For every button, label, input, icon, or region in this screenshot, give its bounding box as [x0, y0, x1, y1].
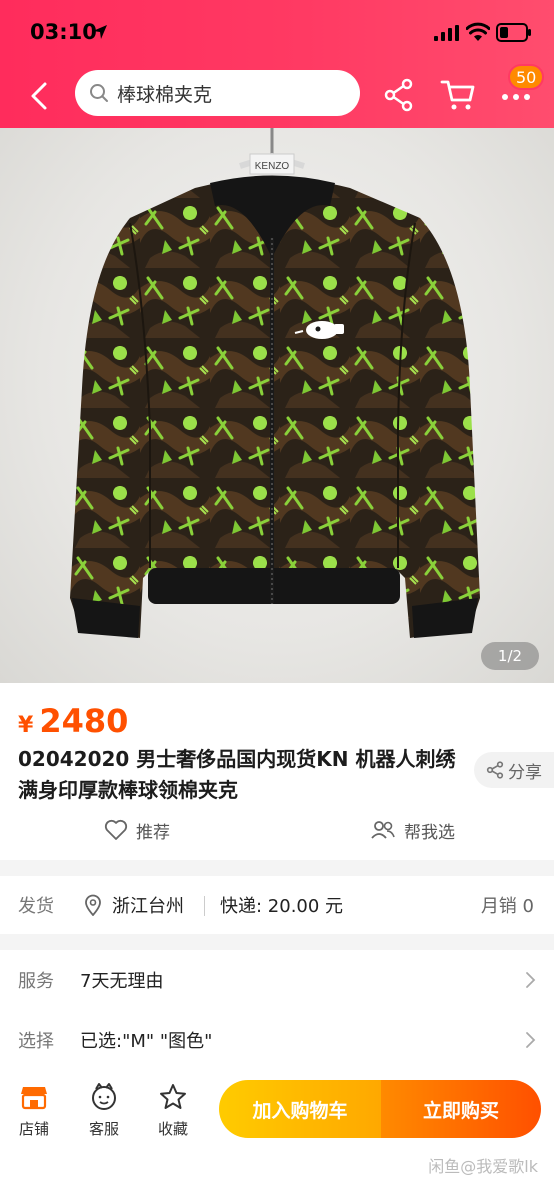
people-icon	[371, 821, 395, 839]
watermark: 闲鱼@我爱歌lk	[428, 1157, 538, 1176]
help-me-choose-label: 帮我选	[404, 822, 455, 843]
notification-badge: 50	[508, 64, 545, 90]
action-row: 推荐 帮我选	[0, 812, 554, 848]
heart-icon	[104, 819, 128, 840]
store-icon	[21, 1087, 47, 1110]
service-row[interactable]: 服务 7天无理由	[0, 950, 554, 1010]
recommend-label: 推荐	[136, 822, 170, 843]
service-value: 7天无理由	[80, 971, 164, 992]
search-query: 棒球棉夹克	[117, 83, 213, 106]
search-input[interactable]: 棒球棉夹克	[75, 70, 360, 116]
chevron-right-icon	[526, 1032, 536, 1048]
express-fee: 快递: 20.00 元	[220, 896, 344, 917]
help-me-choose-button[interactable]: 帮我选	[370, 812, 455, 848]
recommend-button[interactable]: 推荐	[104, 812, 170, 848]
bottom-action-bar: 店铺 客服 收藏 加入购物车 立即购买	[0, 1070, 554, 1150]
cart-icon[interactable]	[440, 78, 476, 112]
favorite-tab[interactable]: 收藏	[145, 1082, 201, 1139]
selection-value: 已选:"M" "图色"	[80, 1031, 213, 1052]
selection-label: 选择	[18, 1031, 54, 1052]
cellular-signal-icon	[434, 25, 459, 41]
product-photo[interactable]: KENZO 1/2	[0, 128, 554, 683]
store-label: 店铺	[18, 1120, 49, 1138]
buy-now-button[interactable]: 立即购买	[381, 1080, 541, 1138]
store-tab[interactable]: 店铺	[6, 1082, 62, 1139]
customer-service-label: 客服	[88, 1120, 119, 1138]
jacket-image: KENZO	[70, 128, 480, 638]
brand-tag: KENZO	[255, 161, 290, 172]
wifi-icon	[466, 22, 490, 41]
shipping-row: 发货 浙江台州 快递: 20.00 元 月销 0	[0, 876, 554, 934]
selection-row[interactable]: 选择 已选:"M" "图色"	[0, 1010, 554, 1070]
section-divider	[0, 934, 554, 950]
location-pin-icon	[85, 894, 101, 916]
product-price: ¥ 2480	[18, 702, 128, 740]
star-icon	[160, 1084, 186, 1109]
shipping-label: 发货	[18, 896, 54, 917]
share-icon[interactable]	[383, 78, 415, 112]
chevron-left-icon	[31, 82, 47, 110]
add-to-cart-button[interactable]: 加入购物车	[219, 1080, 381, 1138]
status-time: 03:10	[30, 20, 97, 44]
back-button[interactable]	[22, 76, 56, 116]
service-label: 服务	[18, 971, 54, 992]
share-icon	[486, 761, 504, 779]
customer-service-tab[interactable]: 客服	[76, 1082, 132, 1139]
monthly-sales: 月销 0	[480, 896, 534, 917]
battery-icon	[496, 23, 531, 42]
share-button[interactable]: 分享	[474, 752, 554, 788]
share-label: 分享	[508, 762, 542, 783]
top-header: 03:10 棒球棉夹克 50	[0, 0, 554, 128]
currency-symbol: ¥	[18, 713, 34, 738]
price-value: 2480	[39, 702, 129, 740]
ship-location: 浙江台州	[84, 876, 184, 934]
image-page-indicator: 1/2	[481, 642, 539, 670]
section-divider	[0, 860, 554, 876]
chevron-right-icon	[526, 972, 536, 988]
favorite-label: 收藏	[157, 1120, 188, 1138]
product-title: 02042020 男士奢侈品国内现货KN 机器人刺绣满身印厚款棒球领棉夹克	[18, 747, 456, 802]
location-arrow-icon	[93, 25, 107, 39]
location-text: 浙江台州	[112, 896, 184, 917]
divider	[204, 896, 205, 916]
search-icon	[90, 84, 108, 102]
customer-service-icon	[92, 1083, 116, 1110]
